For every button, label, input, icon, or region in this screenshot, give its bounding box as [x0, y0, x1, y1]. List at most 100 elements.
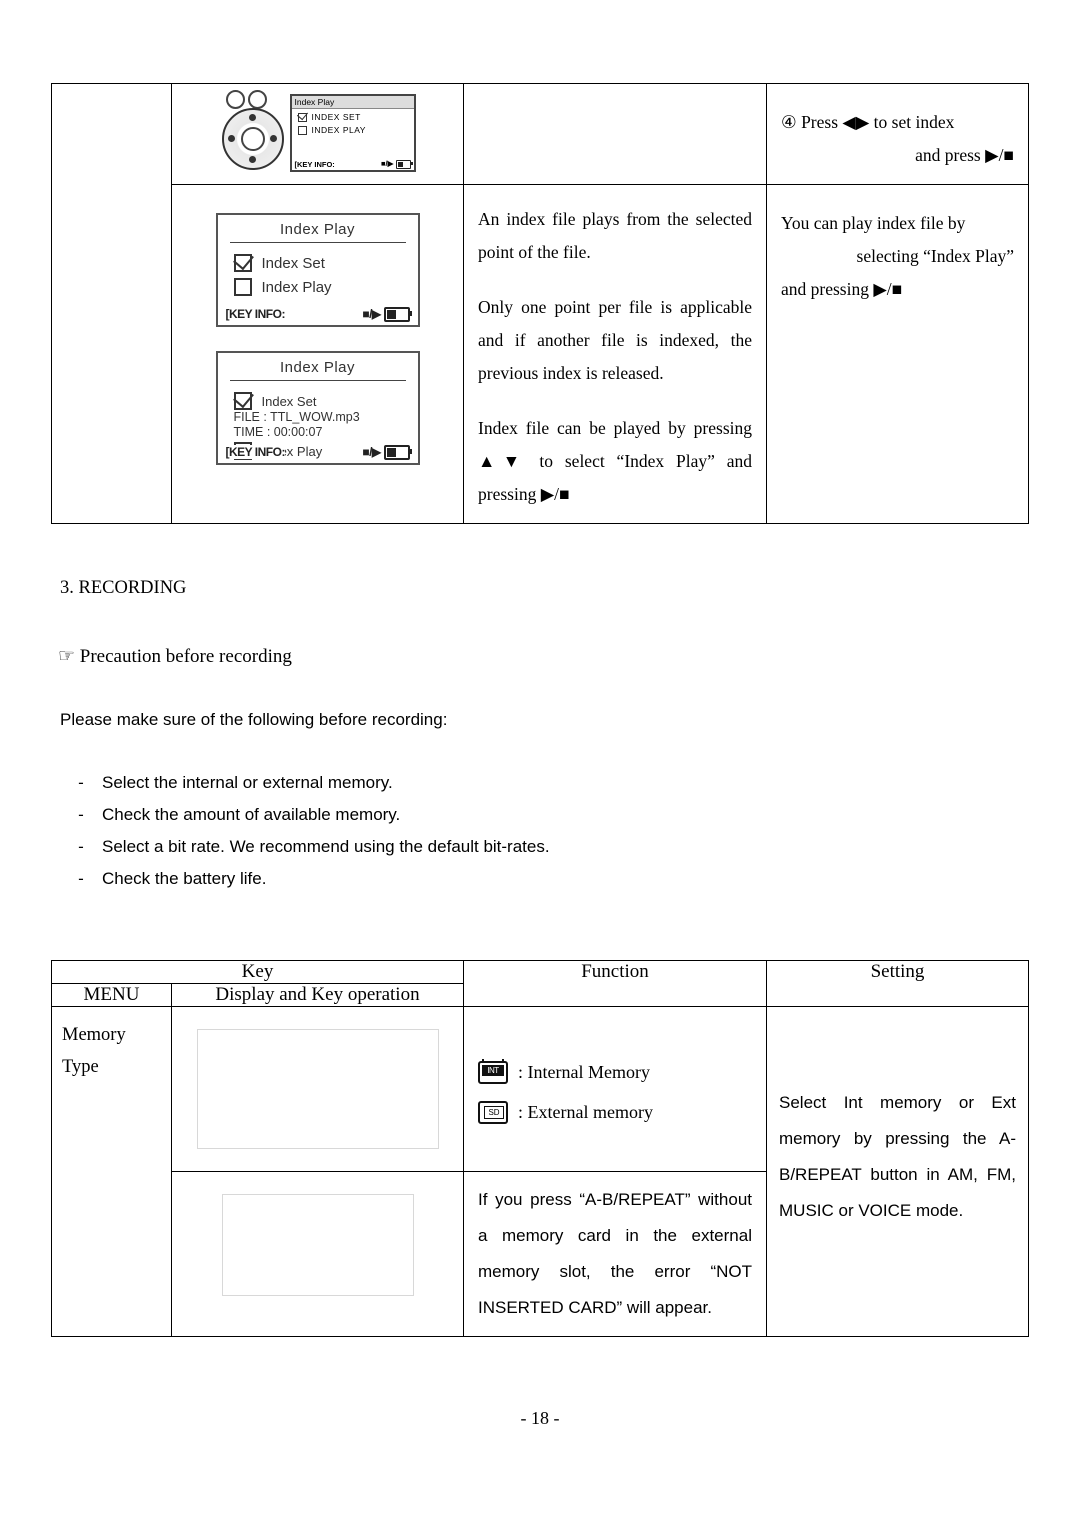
internal-memory-icon — [478, 1058, 508, 1084]
lcd1-item-index-set: Index Set — [218, 251, 418, 275]
list-item: - Check the battery life. — [60, 869, 960, 889]
table-row: Memory Type : Internal Memory : External… — [51, 1006, 1029, 1337]
device-button-left-icon — [225, 90, 245, 109]
setting2-line-3: and pressing ▶/■ — [781, 279, 903, 299]
list-item: - Select a bit rate. We recommend using … — [60, 837, 960, 857]
page-number: - 18 - — [520, 1408, 560, 1428]
battery-icon — [383, 445, 412, 460]
lcd2-file-line: FILE : TTL_WOW.mp3 — [233, 410, 360, 424]
lcd1-bar-icons: ■/▶ — [362, 307, 412, 322]
lcd2-item-index-set: Index Set — [218, 389, 418, 410]
section-intro: Please make sure of the following before… — [60, 710, 448, 729]
section-subheading: ☞ Precaution before recording — [58, 646, 292, 667]
device-illustration: Index Play INDEX SET INDEX PLAY [KEY INF… — [218, 90, 418, 172]
function-cell-2: An index file plays from the selected po… — [463, 184, 767, 524]
bullet-marker: - — [78, 773, 84, 792]
external-memory-row: : External memory — [478, 1095, 752, 1129]
internal-memory-row: : Internal Memory — [478, 1055, 752, 1089]
header-key: Key — [51, 960, 464, 984]
list-item: - Select the internal or external memory… — [60, 773, 960, 793]
lcd1-keyinfo-label: [KEY INFO: — [225, 307, 285, 322]
bullet-marker: - — [78, 869, 84, 888]
lcd2-title: Index Play — [279, 359, 356, 376]
setting-memory-text: Select Int memory or Ext memory by press… — [779, 1093, 1016, 1220]
display-cell-device: Index Play INDEX SET INDEX PLAY [KEY INF… — [171, 83, 464, 185]
menu-cell-memory-type: Memory Type — [51, 1006, 172, 1337]
menu-cell-empty — [51, 83, 172, 524]
lcd1-item1-label: Index Set — [261, 254, 325, 272]
checkbox-checked-icon — [233, 392, 252, 410]
table-row: Index Play INDEX SET INDEX PLAY [KEY INF… — [51, 83, 1029, 524]
setting-cell-memory: Select Int memory or Ext memory by press… — [766, 1006, 1029, 1337]
mini-lcd-status-bar: [KEY INFO: ■/▶ — [292, 159, 414, 169]
function-paragraph-3: Index file can be played by pressing ▲▼ … — [478, 418, 752, 504]
list-item-label: Check the battery life. — [102, 869, 267, 888]
divider — [229, 380, 406, 381]
function-cell-error: If you press “A-B/REPEAT” without a memo… — [463, 1171, 767, 1337]
lcd2-keyinfo-label: [KEY INFO: — [225, 445, 285, 460]
display-cell-blank-2 — [171, 1171, 464, 1337]
lcd1-item2-label: Index Play — [261, 278, 332, 296]
menu-label-line2: Type — [62, 1057, 99, 1077]
table-header-row: Key Function Setting — [51, 960, 1029, 1007]
list-item-label: Select the internal or external memory. — [102, 773, 393, 792]
lcd-index-play-2: Index Play Index Set FILE : TTL_WOW.mp3 … — [215, 351, 420, 465]
setting-line-2: and press ▶/■ — [915, 145, 1014, 165]
setting2-line-1: You can play index file by — [781, 213, 966, 233]
display-cell-blank-1 — [171, 1006, 464, 1172]
list-item: - Check the amount of available memory. — [60, 805, 960, 825]
setting-cell-1: ④ Press ◀▶ to set index and press ▶/■ — [766, 83, 1029, 185]
checkbox-checked-icon — [233, 254, 252, 272]
function-cell-empty — [463, 83, 767, 185]
lcd-index-play-1: Index Play Index Set Index Play [KEY INF… — [215, 213, 420, 327]
external-memory-icon — [478, 1100, 508, 1124]
dpad-icon — [221, 108, 284, 170]
lcd2-status-bar: [KEY INFO: ■/▶ — [218, 445, 418, 460]
lcd2-time-line: TIME : 00:00:07 — [233, 425, 323, 439]
lcd-placeholder-2 — [221, 1194, 414, 1296]
lcd1-title: Index Play — [279, 221, 356, 238]
mini-lcd-title: Index Play — [291, 96, 414, 109]
function-error-text: If you press “A-B/REPEAT” without a memo… — [478, 1190, 752, 1317]
lcd2-bar-icons: ■/▶ — [362, 445, 412, 460]
table-row: Index Play Index Set Index Play [KEY INF… — [52, 184, 1029, 524]
checkbox-empty-icon — [233, 278, 252, 296]
precaution-bullet-list: - Select the internal or external memory… — [60, 773, 960, 901]
memory-type-table: Key Function Setting MENU Display and Ke… — [51, 960, 1029, 1337]
bullet-marker: - — [78, 805, 84, 824]
device-button-right-icon — [247, 90, 267, 109]
list-item-label: Select a bit rate. We recommend using th… — [102, 837, 550, 856]
header-display: Display and Key operation — [171, 983, 464, 1007]
index-play-table: Index Play INDEX SET INDEX PLAY [KEY INF… — [51, 83, 1029, 524]
mini-lcd-row2-label: INDEX PLAY — [311, 125, 366, 135]
section-heading: 3. RECORDING — [60, 578, 187, 598]
divider — [229, 242, 406, 243]
mini-keyinfo-label: [KEY INFO: — [294, 159, 335, 169]
header-setting: Setting — [766, 960, 1029, 1007]
mini-lcd-row-index-play: INDEX PLAY — [292, 122, 414, 135]
list-item-label: Check the amount of available memory. — [102, 805, 401, 824]
menu-label-line1: Memory — [62, 1025, 126, 1045]
lcd1-status-bar: [KEY INFO: ■/▶ — [218, 307, 418, 322]
checkbox-empty-icon — [297, 125, 307, 135]
display-cell-lcds: Index Play Index Set Index Play [KEY INF… — [171, 184, 464, 524]
internal-memory-label: : Internal Memory — [518, 1062, 650, 1082]
device-lcd-screen: Index Play INDEX SET INDEX PLAY [KEY INF… — [289, 94, 416, 172]
lcd1-item-index-play: Index Play — [218, 275, 418, 299]
bullet-marker: - — [78, 837, 84, 856]
external-memory-label: : External memory — [518, 1102, 653, 1122]
battery-icon — [383, 307, 412, 322]
header-menu: MENU — [51, 983, 172, 1007]
function-paragraph-1: An index file plays from the selected po… — [478, 209, 752, 262]
mini-lcd-row1-label: INDEX SET — [311, 112, 361, 122]
document-page: Index Play INDEX SET INDEX PLAY [KEY INF… — [0, 0, 1080, 1527]
header-function: Function — [463, 960, 767, 1007]
lcd2-item1-label: Index Set — [261, 393, 317, 409]
setting-line-1: ④ Press ◀▶ to set index — [781, 112, 955, 132]
mini-lcd-row-index-set: INDEX SET — [292, 109, 414, 122]
setting-cell-2: You can play index file by selecting “In… — [766, 184, 1029, 524]
mini-bar-icons: ■/▶ — [381, 159, 413, 169]
function-paragraph-2: Only one point per file is applicable an… — [478, 297, 752, 383]
lcd-placeholder-1 — [196, 1029, 439, 1149]
battery-icon — [395, 160, 413, 169]
